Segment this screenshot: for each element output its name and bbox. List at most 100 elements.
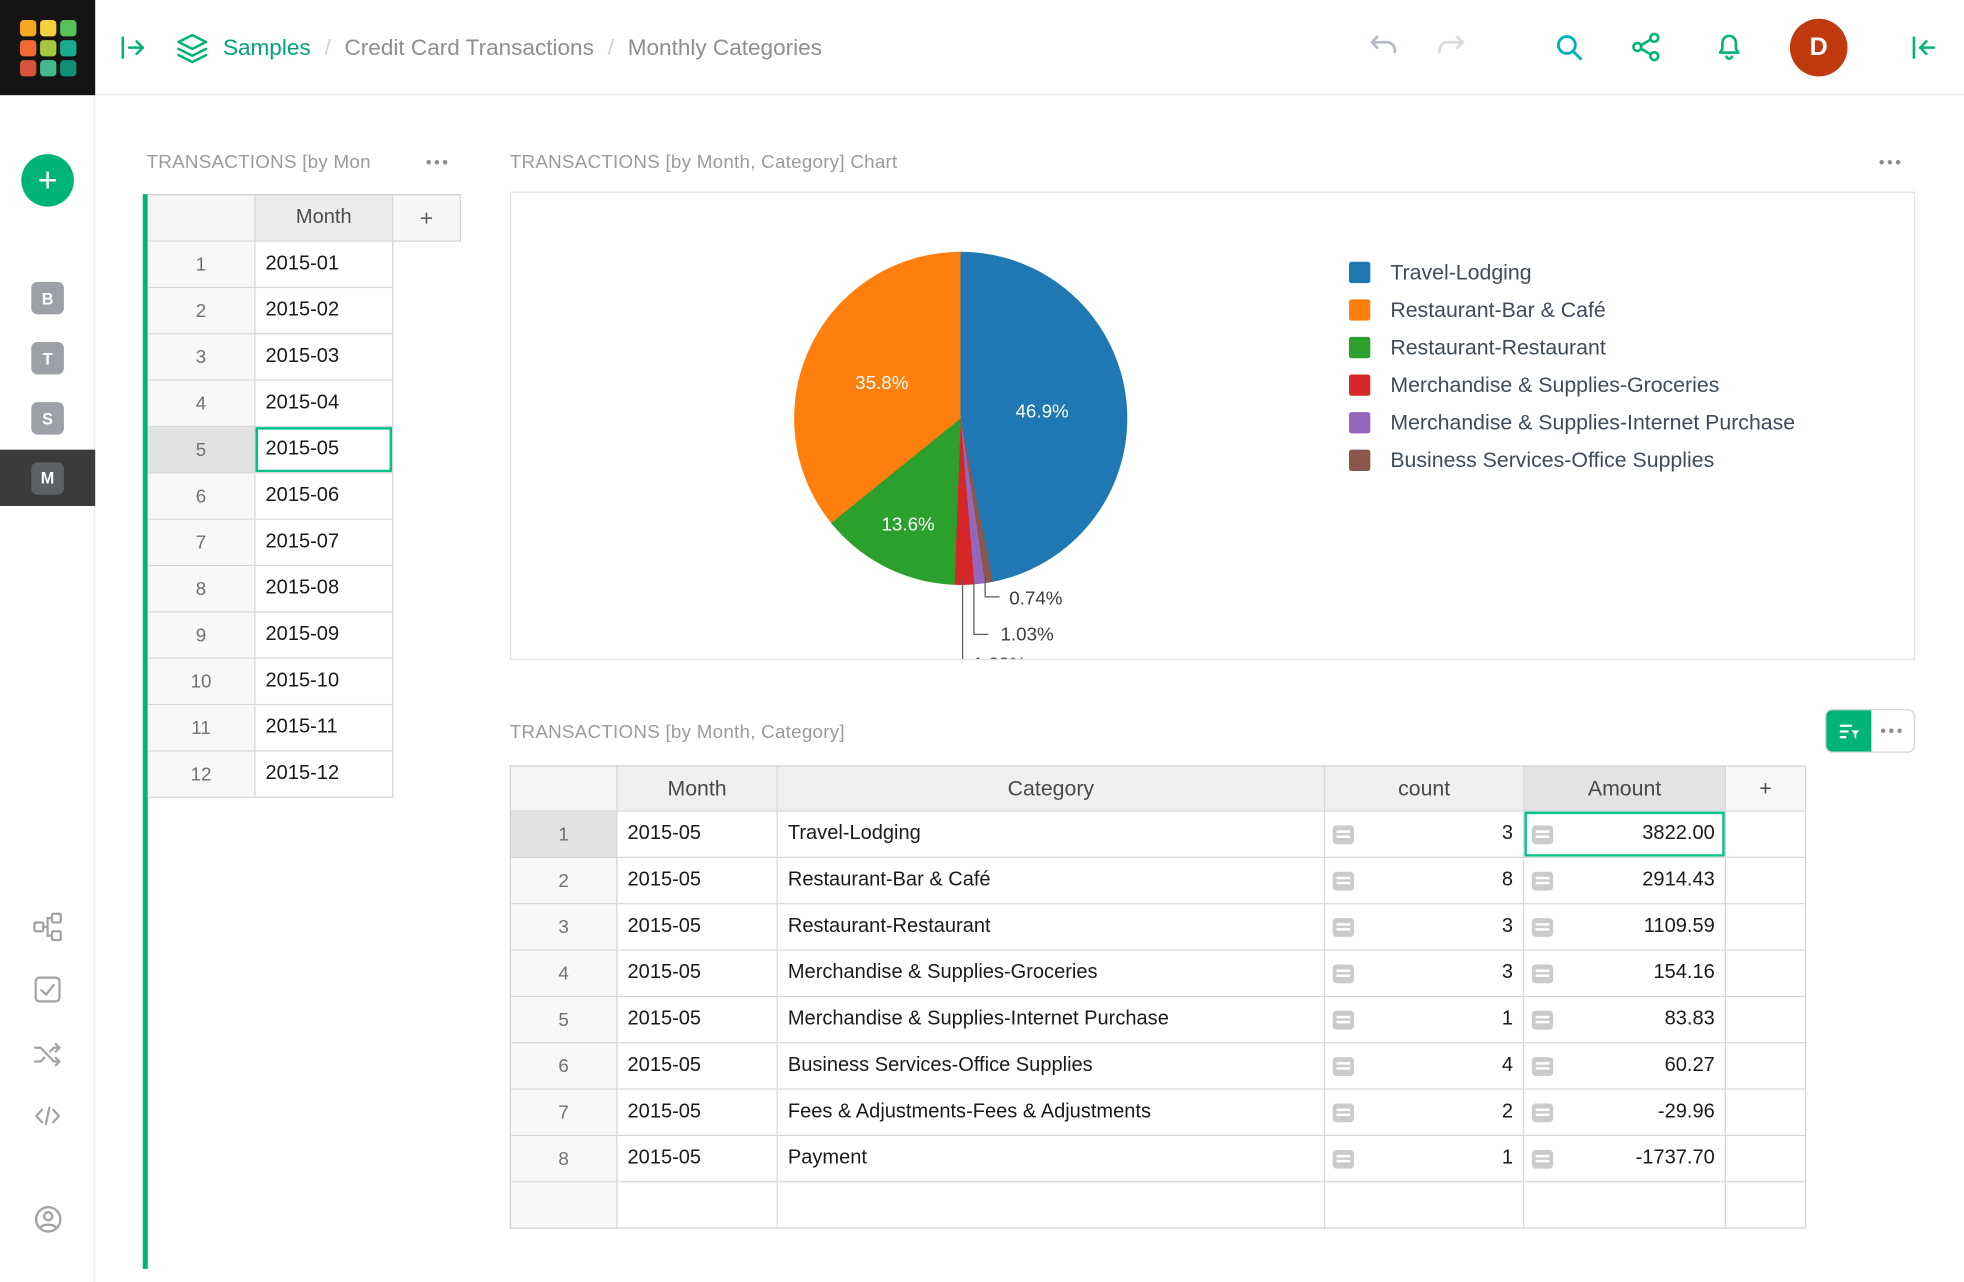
empty-cell[interactable]: [1524, 1182, 1727, 1229]
legend-item[interactable]: Merchandise & Supplies-Groceries: [1348, 373, 1795, 396]
month-cell[interactable]: 2015-05: [617, 1043, 778, 1090]
category-cell[interactable]: Travel-Lodging: [777, 811, 1326, 858]
month-cell[interactable]: 2015-05: [617, 950, 778, 998]
count-cell[interactable]: 2: [1325, 1089, 1525, 1137]
month-cell[interactable]: 2015-01: [255, 241, 394, 289]
category-cell[interactable]: Business Services-Office Supplies: [777, 1043, 1326, 1090]
month-cell[interactable]: 2015-02: [255, 288, 394, 335]
row-number[interactable]: 2: [511, 857, 618, 905]
add-new-button[interactable]: +: [21, 154, 74, 207]
legend-item[interactable]: Travel-Lodging: [1348, 260, 1795, 284]
count-cell[interactable]: 8: [1325, 857, 1525, 905]
filter-button[interactable]: [1826, 710, 1872, 752]
empty-cell[interactable]: [1726, 811, 1807, 858]
row-number[interactable]: 8: [147, 566, 256, 613]
corner-cell[interactable]: [511, 766, 618, 812]
share-icon[interactable]: [1631, 31, 1661, 62]
selected-month-cell[interactable]: 2015-05: [255, 427, 394, 474]
legend-item[interactable]: Restaurant-Bar & Café: [1348, 297, 1795, 321]
empty-cell[interactable]: [1726, 1089, 1807, 1137]
category-cell[interactable]: Fees & Adjustments-Fees & Adjustments: [777, 1089, 1326, 1137]
sidebar-item-b[interactable]: B: [31, 281, 64, 315]
count-cell[interactable]: 1: [1325, 1136, 1525, 1183]
month-cell[interactable]: 2015-12: [255, 751, 394, 798]
empty-cell[interactable]: [1325, 1182, 1525, 1229]
avatar[interactable]: D: [1789, 18, 1848, 77]
category-cell[interactable]: Merchandise & Supplies-Groceries: [777, 950, 1326, 998]
column-header-amount[interactable]: Amount: [1524, 766, 1727, 812]
row-number[interactable]: 4: [147, 380, 256, 428]
checklist-box-icon[interactable]: [33, 974, 63, 1004]
row-number[interactable]: 7: [511, 1089, 618, 1137]
row-number[interactable]: 7: [147, 519, 256, 567]
chart-panel-menu[interactable]: •••: [1879, 153, 1904, 172]
month-cell[interactable]: 2015-05: [617, 904, 778, 951]
month-cell[interactable]: 2015-04: [255, 380, 394, 428]
count-cell[interactable]: 3: [1325, 811, 1525, 858]
row-number[interactable]: 3: [147, 334, 256, 381]
empty-cell[interactable]: [617, 1182, 778, 1229]
month-cell[interactable]: 2015-09: [255, 612, 394, 659]
row-number[interactable]: 4: [511, 950, 618, 998]
month-cell[interactable]: 2015-05: [617, 857, 778, 905]
row-number[interactable]: 1: [511, 811, 618, 858]
amount-cell[interactable]: -29.96: [1524, 1089, 1727, 1137]
row-number[interactable]: 9: [147, 612, 256, 659]
account-settings-icon[interactable]: [33, 1204, 63, 1234]
legend-item[interactable]: Restaurant-Restaurant: [1348, 335, 1795, 359]
column-header-count[interactable]: count: [1325, 766, 1525, 812]
collapse-panel-icon[interactable]: [1909, 33, 1939, 63]
column-header-month[interactable]: Month: [255, 195, 394, 242]
pie-chart[interactable]: [794, 251, 1128, 585]
column-header-category[interactable]: Category: [777, 766, 1326, 812]
empty-cell[interactable]: [1726, 1136, 1807, 1183]
sidebar-item-s[interactable]: S: [31, 402, 64, 435]
shuffle-icon[interactable]: [33, 1040, 63, 1070]
add-column-button[interactable]: +: [1726, 766, 1807, 812]
month-panel-menu[interactable]: •••: [426, 153, 451, 172]
legend-item[interactable]: Merchandise & Supplies-Internet Purchase: [1348, 410, 1795, 434]
month-cell[interactable]: 2015-11: [255, 705, 394, 752]
empty-cell[interactable]: [1726, 997, 1807, 1044]
category-cell[interactable]: Payment: [777, 1136, 1326, 1183]
category-cell[interactable]: Merchandise & Supplies-Internet Purchase: [777, 997, 1326, 1044]
table-panel-menu[interactable]: •••: [1871, 710, 1914, 751]
category-cell[interactable]: Restaurant-Bar & Café: [777, 857, 1326, 905]
legend-item[interactable]: Business Services-Office Supplies: [1348, 448, 1795, 472]
empty-cell[interactable]: [1726, 1182, 1807, 1229]
redo-icon[interactable]: [1434, 30, 1465, 60]
row-number[interactable]: 8: [511, 1136, 618, 1183]
row-number-empty[interactable]: [511, 1182, 618, 1229]
month-cell[interactable]: 2015-03: [255, 334, 394, 381]
row-number[interactable]: 11: [147, 705, 256, 752]
row-number[interactable]: 5: [511, 997, 618, 1044]
empty-cell[interactable]: [1726, 904, 1807, 951]
breadcrumb-sheet[interactable]: Monthly Categories: [628, 34, 822, 60]
corner-cell[interactable]: [147, 195, 256, 242]
empty-cell[interactable]: [1726, 857, 1807, 905]
row-number[interactable]: 10: [147, 658, 256, 706]
amount-cell[interactable]: 60.27: [1524, 1043, 1727, 1090]
undo-icon[interactable]: [1368, 30, 1398, 60]
breadcrumb-samples[interactable]: Samples: [223, 34, 311, 60]
month-cell[interactable]: 2015-10: [255, 658, 394, 706]
amount-cell[interactable]: 154.16: [1524, 950, 1727, 998]
breadcrumb-workbook[interactable]: Credit Card Transactions: [345, 34, 594, 60]
code-icon[interactable]: [33, 1101, 63, 1131]
month-cell[interactable]: 2015-05: [617, 1089, 778, 1137]
empty-cell[interactable]: [1726, 1043, 1807, 1090]
month-cell[interactable]: 2015-05: [617, 997, 778, 1044]
sidebar-item-t[interactable]: T: [31, 341, 64, 375]
count-cell[interactable]: 3: [1325, 950, 1525, 998]
expand-sidebar-icon[interactable]: [118, 33, 148, 63]
month-cell[interactable]: 2015-08: [255, 566, 394, 613]
month-cell[interactable]: 2015-07: [255, 519, 394, 567]
amount-cell[interactable]: 1109.59: [1524, 904, 1727, 951]
sitemap-icon[interactable]: [33, 912, 63, 942]
category-cell[interactable]: Restaurant-Restaurant: [777, 904, 1326, 951]
sidebar-item-m-selected[interactable]: M: [0, 449, 96, 507]
notifications-bell-icon[interactable]: [1713, 31, 1743, 61]
search-icon[interactable]: [1553, 31, 1583, 61]
count-cell[interactable]: 3: [1325, 904, 1525, 951]
row-number[interactable]: 5: [147, 427, 256, 474]
